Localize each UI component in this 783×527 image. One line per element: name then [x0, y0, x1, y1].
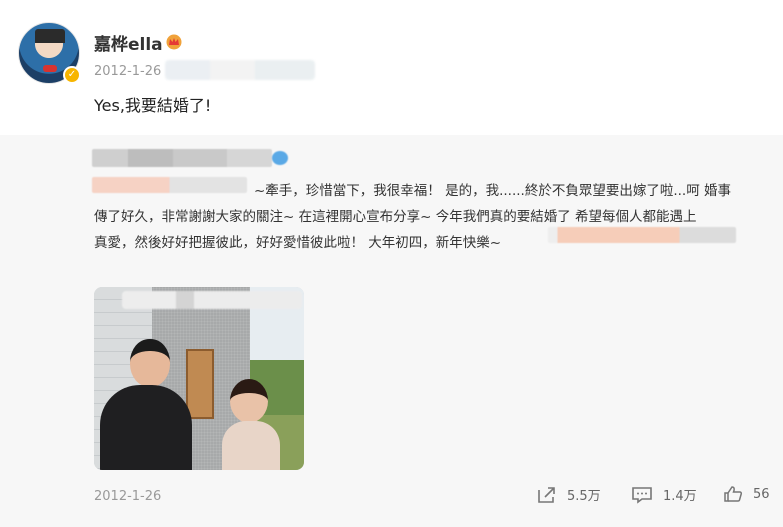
- share-button[interactable]: 5.5万: [537, 485, 601, 504]
- comment-button[interactable]: 1.4万: [631, 485, 697, 504]
- like-count: 56: [753, 486, 770, 502]
- verified-badge-icon: ✓: [63, 66, 81, 84]
- author-name[interactable]: 嘉桦ella: [94, 30, 163, 55]
- avatar-bow: [43, 65, 57, 72]
- share-icon: [538, 486, 555, 503]
- avatar-hat: [35, 29, 65, 43]
- post-image[interactable]: [94, 287, 304, 470]
- repost-text: ~牽手，珍惜當下，我很幸福！ 是的，我......終於不負眾望要出嫁了啦...呵…: [94, 178, 754, 256]
- repost-text-line: ~牽手，珍惜當下，我很幸福！ 是的，我......終於不負眾望要出嫁了啦...呵…: [254, 183, 732, 199]
- image-person-man: [100, 339, 192, 470]
- image-man-body: [100, 385, 192, 470]
- blurred-image-caption: [122, 291, 302, 309]
- image-woman-body: [222, 421, 280, 470]
- share-count: 5.5万: [567, 489, 601, 504]
- like-button[interactable]: 56: [723, 485, 770, 503]
- image-person-woman: [222, 379, 280, 470]
- blurred-source: [165, 60, 315, 80]
- comment-count: 1.4万: [663, 489, 697, 504]
- image-man-head: [130, 339, 170, 387]
- repost-date[interactable]: 2012-1-26: [94, 489, 161, 504]
- thumbs-up-icon: [724, 486, 743, 502]
- blurred-repost-icon: [272, 151, 288, 165]
- comment-icon: [632, 486, 652, 504]
- post-date[interactable]: 2012-1-26: [94, 64, 161, 79]
- crown-icon: [166, 34, 182, 50]
- weibo-post: ✓ 嘉桦ella 2012-1-26 Yes,我要結婚了! ~牽手，珍惜當下，我…: [0, 0, 783, 527]
- image-woman-head: [230, 379, 268, 423]
- blurred-repost-author: [92, 149, 272, 167]
- post-text: Yes,我要結婚了!: [94, 96, 212, 115]
- blurred-repost-suffix: [548, 227, 736, 243]
- repost-card[interactable]: ~牽手，珍惜當下，我很幸福！ 是的，我......終於不負眾望要出嫁了啦...呵…: [0, 135, 783, 527]
